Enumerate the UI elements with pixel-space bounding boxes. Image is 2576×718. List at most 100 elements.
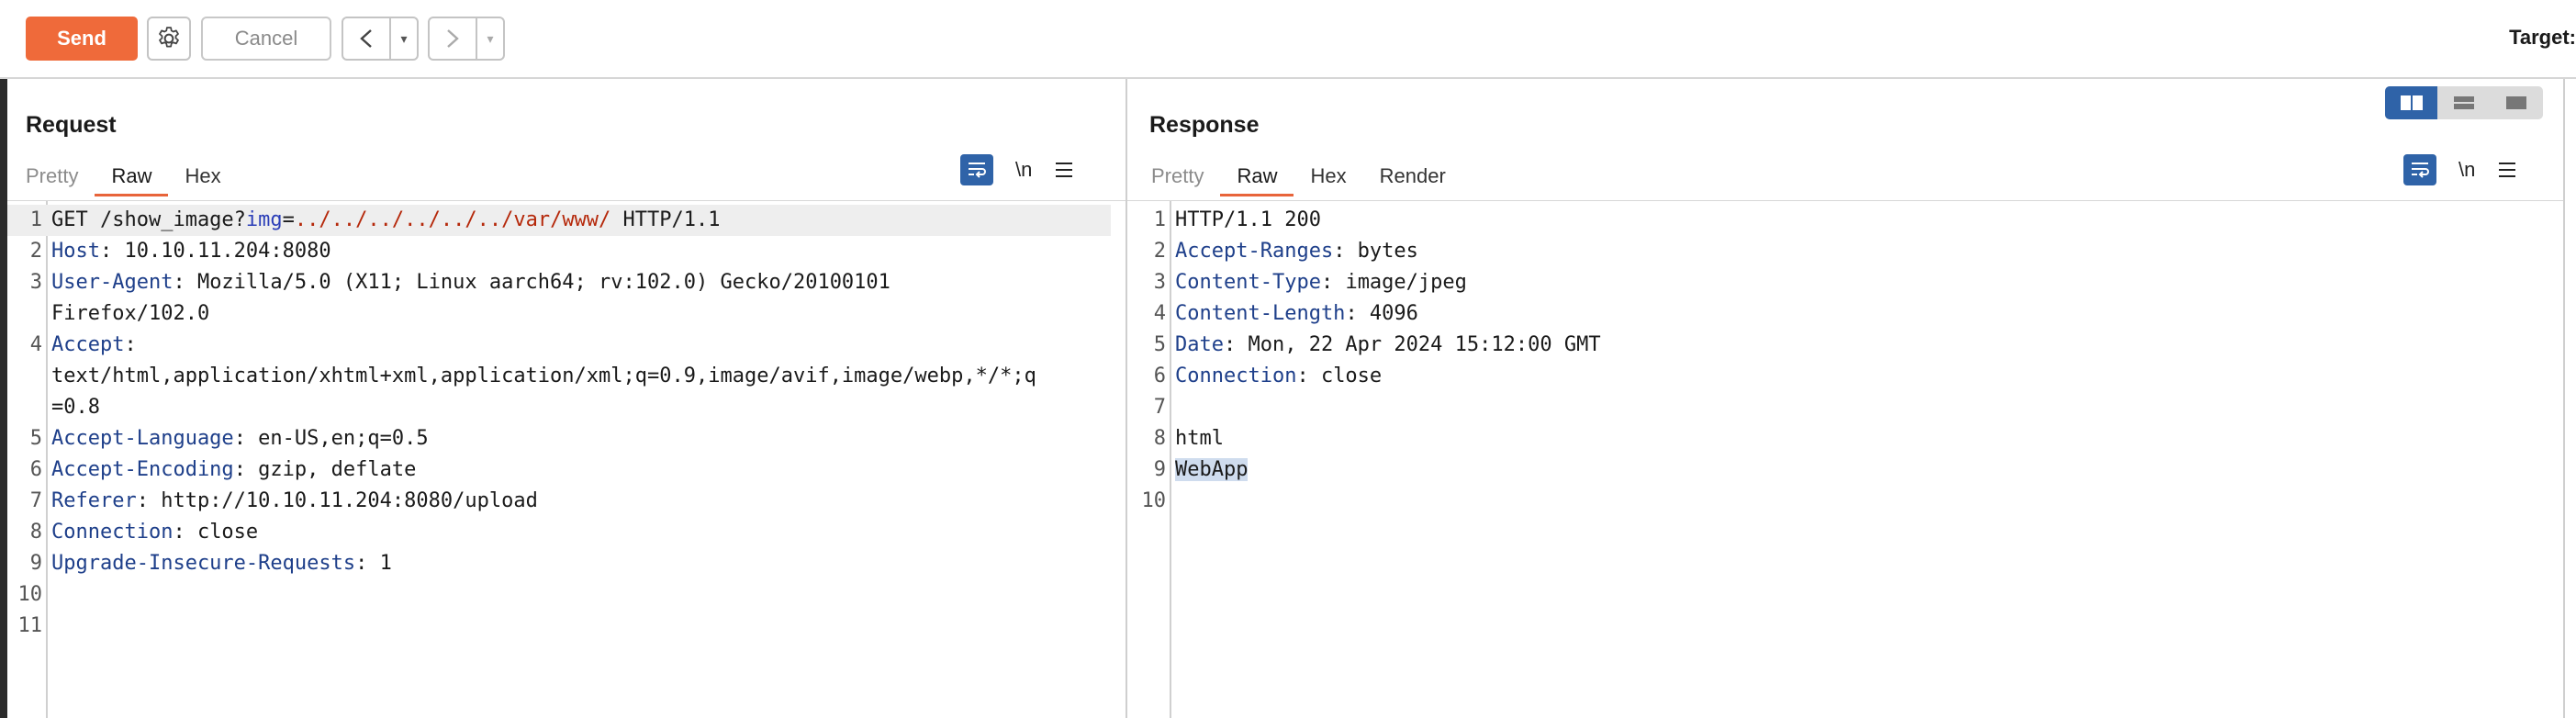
response-editor[interactable]: 1 HTTP/1.1 200 2 Accept-Ranges: bytes 3 Con… [1127, 200, 2563, 718]
wrap-lines-button[interactable] [2403, 154, 2436, 185]
request-tabs: Pretty Raw Hex [9, 160, 238, 196]
forward-history-dropdown[interactable]: ▾ [476, 18, 503, 59]
header-value-continuation: Firefox/102.0 [51, 302, 210, 325]
gear-icon [159, 27, 179, 48]
line-number: 9 [1153, 458, 1166, 481]
code-line: 3 User-Agent: Mozilla/5.0 (X11; Linux aar… [7, 267, 1126, 298]
line-number: 11 [17, 614, 43, 637]
tab-pretty[interactable]: Pretty [1135, 160, 1220, 196]
chevron-right-icon [447, 29, 459, 48]
code-line: 7 [1127, 392, 2563, 423]
layout-stacked-button[interactable] [2437, 86, 2490, 119]
header-key: Referer [51, 489, 137, 512]
code-line: 4 Accept: [7, 330, 1126, 361]
header-value: : 1 [355, 552, 392, 575]
settings-button[interactable] [147, 17, 191, 61]
code-line: 5 Accept-Language: en-US,en;q=0.5 [7, 423, 1126, 454]
line-number: 6 [29, 458, 42, 481]
tab-raw[interactable]: Raw [95, 160, 169, 196]
code-line: 2 Accept-Ranges: bytes [1127, 236, 2563, 267]
header-key: Accept [51, 333, 125, 356]
back-nav: ▾ [342, 17, 419, 61]
header-value: : gzip, deflate [233, 458, 417, 481]
header-key: Content-Type [1175, 271, 1321, 294]
header-value: : Mon, 22 Apr 2024 15:12:00 GMT [1223, 333, 1601, 356]
layout-single-button[interactable] [2491, 86, 2543, 119]
line-number: 4 [29, 333, 42, 356]
response-tabs: Pretty Raw Hex Render [1135, 160, 1462, 196]
header-value: : en-US,en;q=0.5 [233, 427, 429, 450]
line-number: 2 [1153, 240, 1166, 263]
tab-hex[interactable]: Hex [168, 160, 237, 196]
line-number: 5 [1153, 333, 1166, 356]
code-line: 10 [7, 579, 1126, 611]
chevron-left-icon [360, 29, 372, 48]
line-number: 3 [1153, 271, 1166, 294]
code-line: 6 Accept-Encoding: gzip, deflate [7, 454, 1126, 486]
header-key: Connection [51, 521, 174, 544]
columns-icon [2400, 95, 2423, 110]
body-line: html [1175, 427, 1224, 450]
header-value: : http://10.10.11.204:8080/upload [136, 489, 538, 512]
hamburger-menu-icon [2499, 163, 2516, 177]
code-line: 3 Content-Type: image/jpeg [1127, 267, 2563, 298]
request-line-protocol: HTTP/1.1 [610, 208, 721, 231]
request-param-eq: = [282, 208, 295, 231]
header-key: Host [51, 240, 100, 263]
request-menu-button[interactable] [1054, 161, 1074, 179]
response-code: 1 HTTP/1.1 200 2 Accept-Ranges: bytes 3 Con… [1127, 205, 2563, 517]
code-line: 11 [7, 611, 1126, 642]
selected-text[interactable]: WebApp [1175, 458, 1249, 481]
code-line: 2 Host: 10.10.11.204:8080 [7, 236, 1126, 267]
code-line-continuation: Firefox/102.0 [7, 298, 1126, 330]
body-line [1171, 392, 1175, 423]
header-value-continuation: =0.8 [51, 396, 100, 419]
header-value: : [124, 333, 137, 356]
code-line-continuation: text/html,application/xhtml+xml,applicat… [7, 361, 1126, 392]
line-number: 1 [29, 208, 42, 231]
tab-render[interactable]: Render [1363, 160, 1462, 196]
header-value: : 4096 [1345, 302, 1418, 325]
request-editor[interactable]: 1 GET /show_image?img=../../../../../../v… [7, 200, 1126, 718]
line-number: 5 [29, 427, 42, 450]
cancel-button[interactable]: Cancel [201, 17, 331, 61]
wrap-lines-icon [2412, 163, 2429, 178]
code-line: 8 html [1127, 423, 2563, 454]
back-button[interactable] [343, 18, 389, 59]
header-value-continuation: text/html,application/xhtml+xml,applicat… [51, 365, 1036, 387]
response-title: Response [1149, 112, 1260, 138]
tab-hex[interactable]: Hex [1294, 160, 1362, 196]
code-line: 1 GET /show_image?img=../../../../../../v… [7, 205, 1111, 236]
show-newlines-button[interactable]: \n [1015, 158, 1032, 182]
header-key: Content-Length [1175, 302, 1346, 325]
request-line-method: GET /show_image? [51, 208, 246, 231]
back-history-dropdown[interactable]: ▾ [389, 18, 417, 59]
code-line: 10 [1127, 486, 2563, 517]
header-value: : close [1296, 365, 1383, 387]
code-line: 9 Upgrade-Insecure-Requests: 1 [7, 548, 1126, 579]
header-key: User-Agent [51, 271, 174, 294]
send-button[interactable]: Send [26, 17, 138, 61]
wrap-lines-button[interactable] [960, 154, 993, 185]
tab-pretty[interactable]: Pretty [9, 160, 95, 196]
code-line: 1 HTTP/1.1 200 [1127, 205, 2563, 236]
header-value: : 10.10.11.204:8080 [99, 240, 331, 263]
response-menu-button[interactable] [2497, 161, 2517, 179]
code-line: 6 Connection: close [1127, 361, 2563, 392]
header-key: Accept-Encoding [51, 458, 234, 481]
target-label[interactable]: Target: [2509, 26, 2576, 50]
request-param-name: img [245, 208, 283, 231]
layout-side-by-side-button[interactable] [2385, 86, 2438, 119]
tab-raw[interactable]: Raw [1220, 160, 1294, 196]
forward-button[interactable] [430, 18, 476, 59]
line-number: 8 [1153, 427, 1166, 450]
code-line: 7 Referer: http://10.10.11.204:8080/uploa… [7, 486, 1126, 517]
single-pane-icon [2506, 96, 2527, 109]
left-edge [0, 79, 7, 718]
forward-nav: ▾ [428, 17, 505, 61]
request-param-value: ../../../../../../var/www/ [294, 208, 611, 231]
show-newlines-button[interactable]: \n [2458, 158, 2475, 182]
line-number: 3 [29, 271, 42, 294]
layout-toggle [2385, 86, 2543, 119]
wrap-lines-icon [969, 163, 986, 178]
